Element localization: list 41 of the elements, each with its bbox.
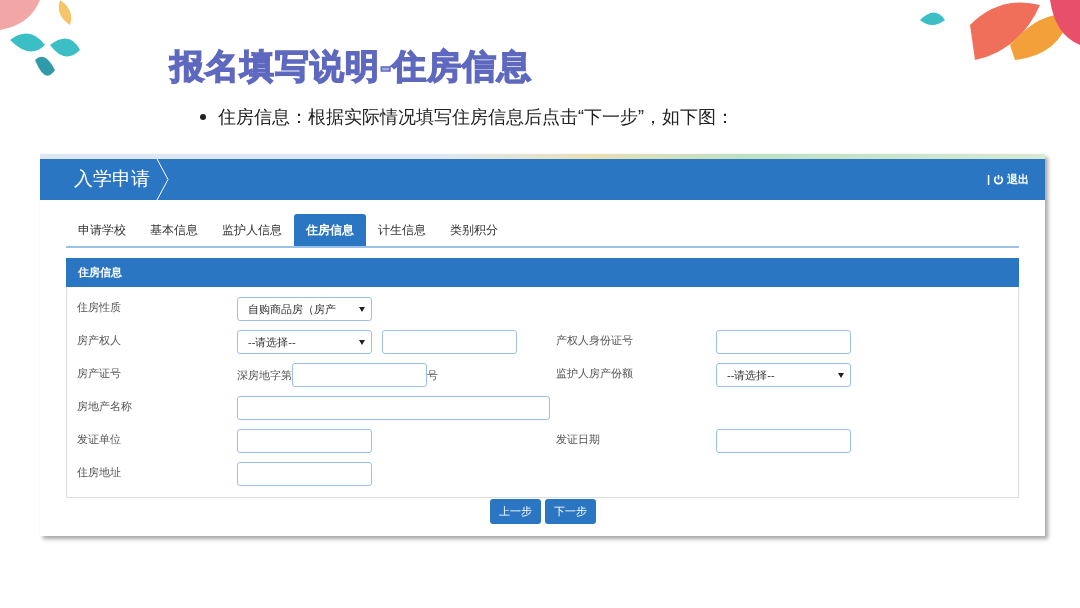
- field-label: 房产证号: [77, 366, 122, 381]
- field-label: 住房性质: [77, 300, 122, 315]
- bullet-icon: [200, 114, 206, 120]
- tab[interactable]: 类别积分: [438, 214, 510, 246]
- field-label: 住房地址: [77, 465, 122, 480]
- dropdown-caret-icon: [359, 339, 365, 345]
- step-button[interactable]: 下一步: [544, 499, 596, 524]
- power-icon: [993, 174, 1004, 185]
- input-field[interactable]: [716, 429, 851, 453]
- logout-button[interactable]: 退出: [1007, 171, 1029, 188]
- input-field[interactable]: [237, 462, 372, 486]
- input-field[interactable]: [237, 429, 372, 453]
- select-field[interactable]: --请选择--: [237, 330, 372, 354]
- input-field[interactable]: [237, 396, 550, 420]
- app-title: 入学申请: [74, 167, 150, 192]
- tab[interactable]: 基本信息: [138, 214, 210, 246]
- tab[interactable]: 申请学校: [66, 214, 138, 246]
- chevron-icon: [156, 159, 170, 200]
- section-title: 住房信息: [78, 265, 122, 281]
- dropdown-caret-icon: [838, 372, 844, 378]
- slide-title: 报名填写说明-住房信息: [170, 46, 534, 87]
- field-label: 发证日期: [556, 432, 601, 447]
- input-field[interactable]: [716, 330, 851, 354]
- separator: |: [986, 172, 990, 188]
- input-field[interactable]: [382, 330, 517, 354]
- select-field[interactable]: --请选择--: [716, 363, 851, 387]
- select-field[interactable]: 自购商品房（房产: [237, 297, 372, 321]
- field-label: 发证单位: [77, 432, 122, 447]
- step-button[interactable]: 上一步: [489, 499, 541, 524]
- field-affix: 号: [427, 367, 438, 383]
- tab[interactable]: 监护人信息: [210, 214, 294, 246]
- dropdown-caret-icon: [359, 306, 365, 312]
- instruction-text: 住房信息：根据实际情况填写住房信息后点击“下一步”，如下图：: [218, 106, 734, 129]
- field-label: 房地产名称: [77, 399, 133, 414]
- field-affix: 深房地字第: [237, 367, 292, 383]
- field-label: 产权人身份证号: [556, 333, 634, 348]
- input-field[interactable]: [292, 363, 427, 387]
- tab[interactable]: 计生信息: [366, 214, 438, 246]
- field-label: 房产权人: [77, 333, 122, 348]
- field-label: 监护人房产份额: [556, 366, 634, 381]
- tab[interactable]: 住房信息: [294, 214, 366, 246]
